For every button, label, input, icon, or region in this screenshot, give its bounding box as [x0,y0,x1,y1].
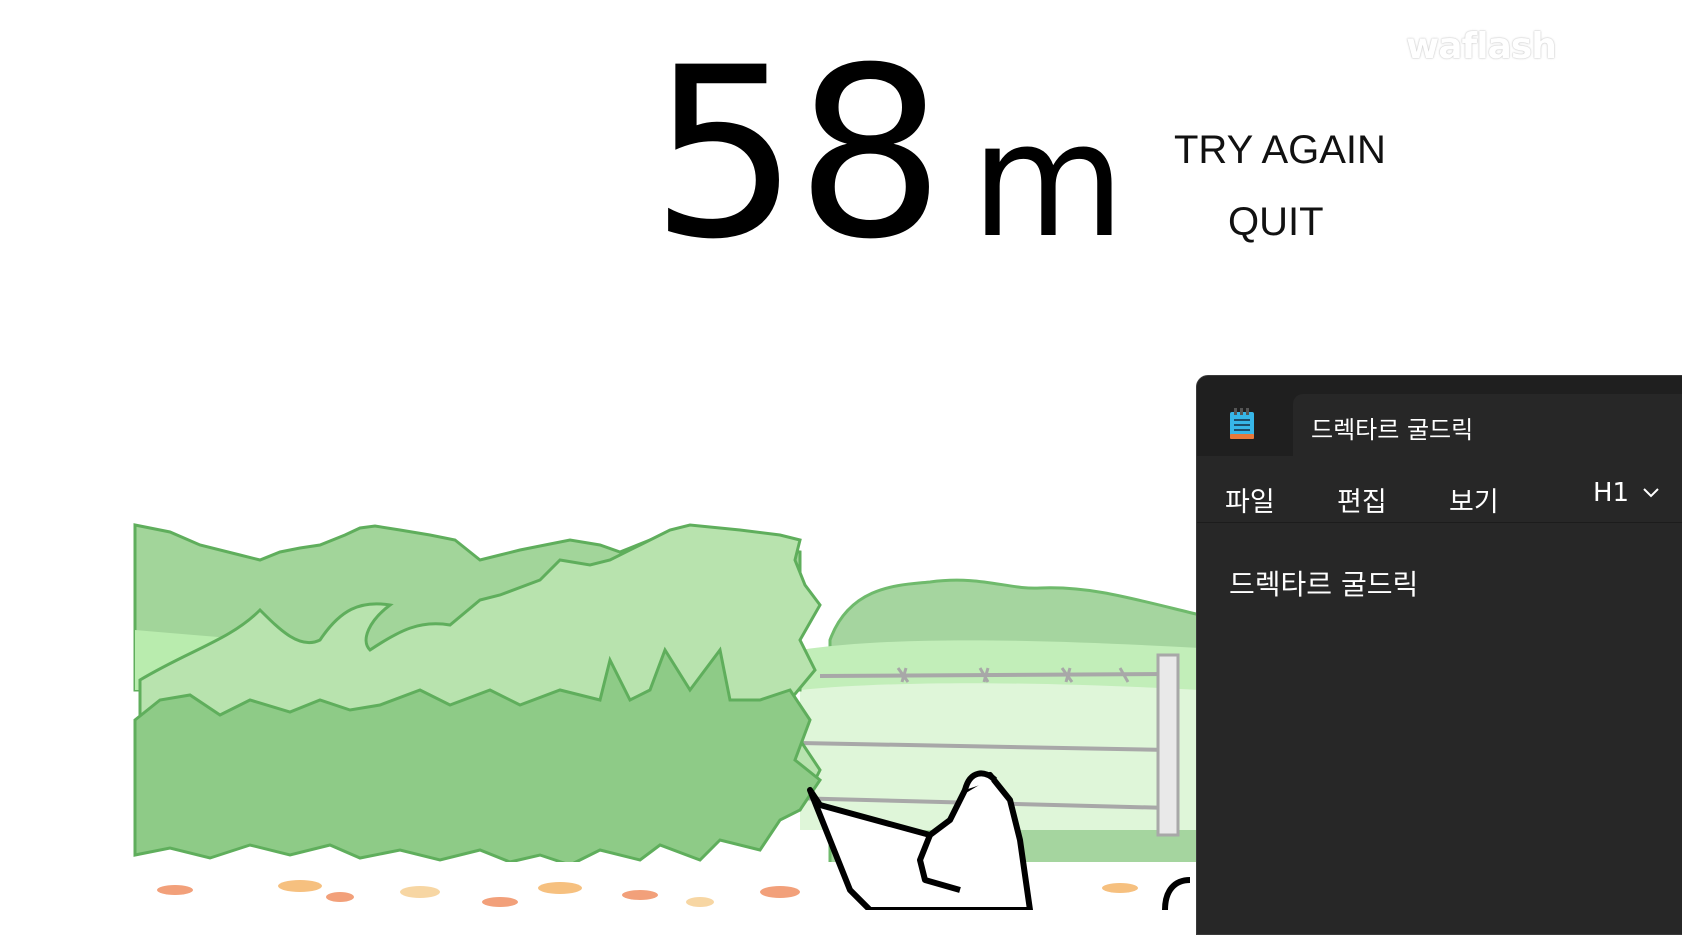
try-again-button[interactable]: TRY AGAIN [1174,128,1386,173]
tab-document[interactable]: 드렉타르 굴드릭 [1293,394,1682,456]
quit-button[interactable]: QUIT [1228,200,1324,245]
watermark-logo: waflash [1406,26,1557,67]
notepad-editor[interactable]: 드렉타르 굴드릭 [1197,523,1682,934]
notepad-menubar: 파일 편집 보기 H1 [1197,456,1682,523]
menu-file[interactable]: 파일 [1225,480,1275,519]
distance-value: 58 [650,18,945,291]
grass-band [800,640,1200,690]
heading-dropdown[interactable]: H1 [1593,478,1659,508]
distance-unit: m [971,89,1125,273]
menu-view[interactable]: 보기 [1449,480,1499,519]
notepad-window[interactable]: 드렉타르 굴드릭 파일 편집 보기 H1 드렉타르 굴드릭 [1196,375,1682,935]
tab-title: 드렉타르 굴드릭 [1311,416,1474,444]
notepad-titlebar[interactable]: 드렉타르 굴드릭 [1197,376,1682,456]
menu-edit[interactable]: 편집 [1337,480,1387,519]
notepad-icon [1230,408,1254,439]
chevron-down-icon [1643,488,1659,498]
distance-display: 58 m [650,18,1125,291]
heading-dropdown-value: H1 [1593,478,1630,508]
editor-text: 드렉타르 굴드릭 [1229,568,1419,601]
